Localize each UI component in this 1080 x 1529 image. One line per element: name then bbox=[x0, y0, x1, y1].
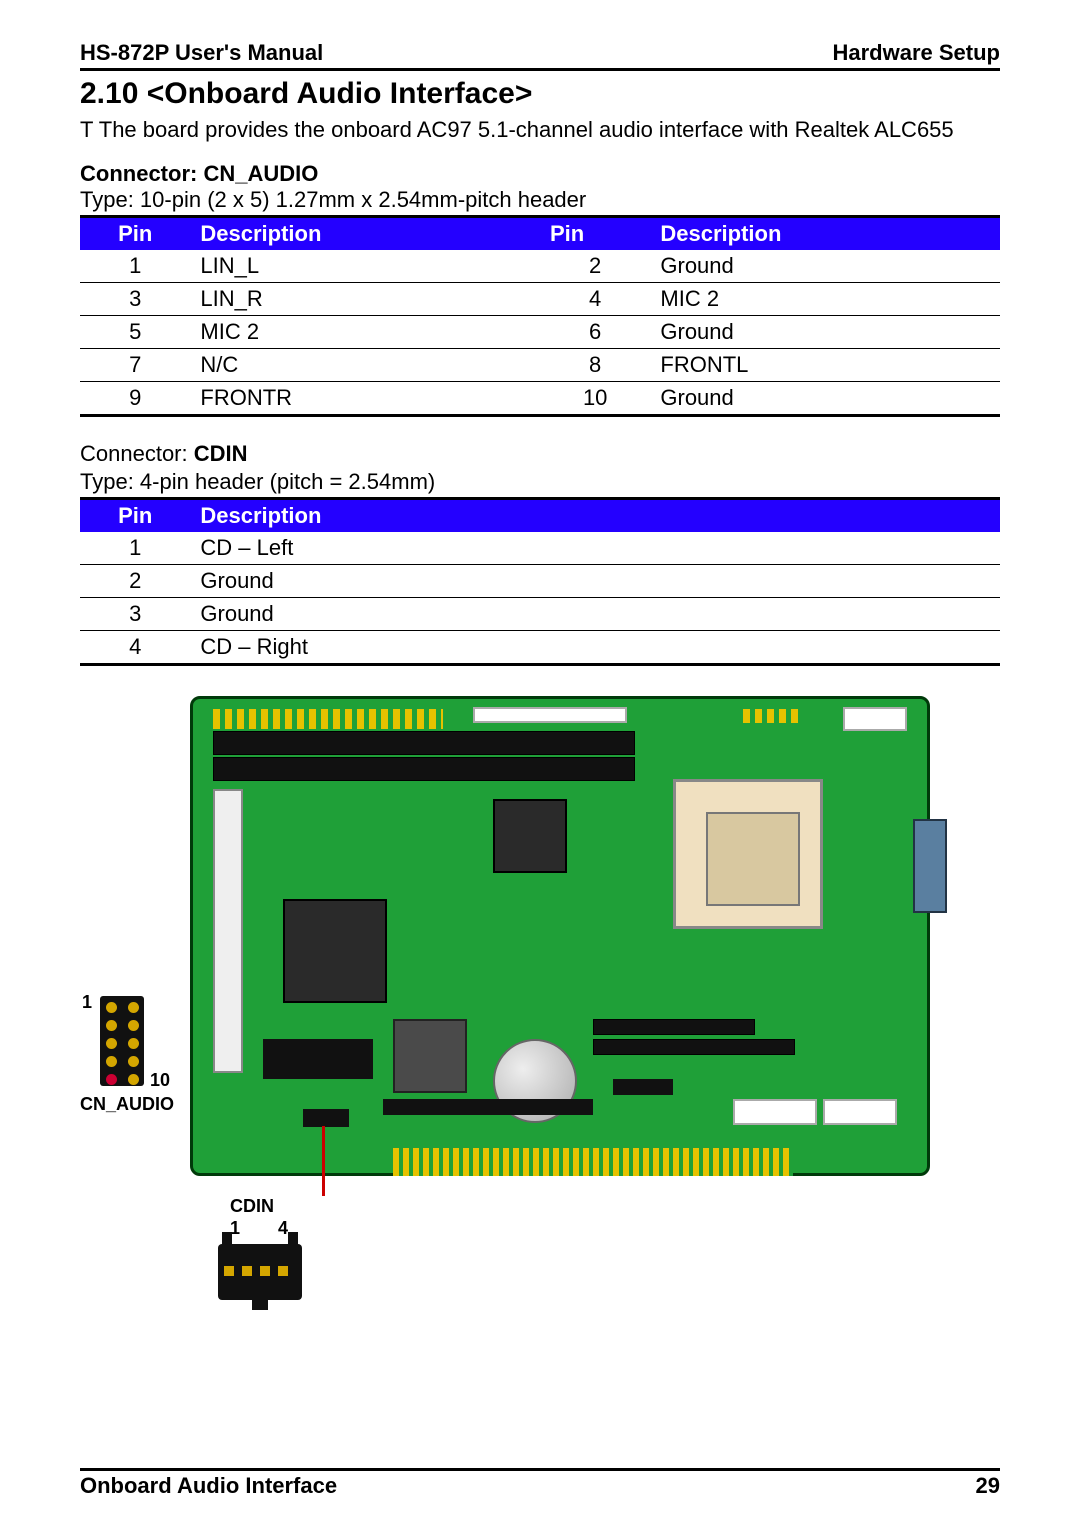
pin10-label: 10 bbox=[150, 1070, 170, 1091]
pcb-board-icon bbox=[190, 696, 930, 1176]
header-right: Hardware Setup bbox=[833, 40, 1001, 66]
cell: Ground bbox=[650, 316, 1000, 349]
vga-port-icon bbox=[913, 819, 947, 913]
cdin-pin4-label: 4 bbox=[278, 1218, 288, 1239]
cell: Ground bbox=[190, 565, 540, 598]
cell: Ground bbox=[650, 250, 1000, 283]
th-pin: Pin bbox=[80, 217, 190, 251]
cell: 9 bbox=[80, 382, 190, 416]
cell: MIC 2 bbox=[190, 316, 540, 349]
cell: CD – Right bbox=[190, 631, 540, 665]
cell: 6 bbox=[540, 316, 650, 349]
cell: 1 bbox=[80, 250, 190, 283]
header-left: HS-872P User's Manual bbox=[80, 40, 323, 66]
cell: FRONTR bbox=[190, 382, 540, 416]
footer-left: Onboard Audio Interface bbox=[80, 1473, 337, 1499]
cell: N/C bbox=[190, 349, 540, 382]
cell: Ground bbox=[190, 598, 540, 631]
th-desc2: Description bbox=[650, 217, 1000, 251]
cell: 2 bbox=[80, 565, 190, 598]
connector2-table: Pin Description 1 CD – Left 2 Ground 3 G… bbox=[80, 497, 1000, 666]
cpu-socket-icon bbox=[673, 779, 823, 929]
cell bbox=[540, 598, 650, 631]
cdin-onboard-icon bbox=[303, 1109, 349, 1127]
table-row: 5 MIC 2 6 Ground bbox=[80, 316, 1000, 349]
section-heading: <Onboard Audio Interface> bbox=[147, 77, 533, 110]
cell: 7 bbox=[80, 349, 190, 382]
cell: 3 bbox=[80, 283, 190, 316]
th-pin: Pin bbox=[80, 499, 190, 533]
connector1-table: Pin Description Pin Description 1 LIN_L … bbox=[80, 215, 1000, 417]
cdin-header-icon bbox=[218, 1244, 302, 1300]
th-desc: Description bbox=[190, 217, 540, 251]
page-header: HS-872P User's Manual Hardware Setup bbox=[80, 40, 1000, 71]
cell: MIC 2 bbox=[650, 283, 1000, 316]
callout-line-icon bbox=[322, 1126, 325, 1196]
connector2-label-bold: CDIN bbox=[194, 441, 248, 466]
page-footer: Onboard Audio Interface 29 bbox=[80, 1468, 1000, 1499]
th-blank2 bbox=[650, 499, 1000, 533]
table-row: 7 N/C 8 FRONTL bbox=[80, 349, 1000, 382]
cell: CD – Left bbox=[190, 532, 540, 565]
connector2-label-prefix: Connector: bbox=[80, 441, 194, 466]
cn-audio-header-icon bbox=[100, 996, 144, 1086]
connector1-type: Type: 10-pin (2 x 5) 1.27mm x 2.54mm-pit… bbox=[80, 187, 1000, 213]
footer-right: 29 bbox=[976, 1473, 1000, 1499]
cell bbox=[650, 598, 1000, 631]
table-row: 4 CD – Right bbox=[80, 631, 1000, 665]
cdin-label: CDIN bbox=[230, 1196, 274, 1217]
cell: 4 bbox=[80, 631, 190, 665]
cell bbox=[650, 532, 1000, 565]
intro-text: T The board provides the onboard AC97 5.… bbox=[80, 117, 1000, 143]
cell: FRONTL bbox=[650, 349, 1000, 382]
board-diagram: 1 10 CN_AUDIO CDIN 1 4 bbox=[100, 696, 960, 1336]
edge-connector-icon bbox=[393, 1148, 793, 1176]
cell: 3 bbox=[80, 598, 190, 631]
cell: 8 bbox=[540, 349, 650, 382]
th-desc: Description bbox=[190, 499, 540, 533]
cell bbox=[540, 631, 650, 665]
cell bbox=[650, 565, 1000, 598]
cell bbox=[650, 631, 1000, 665]
table-row: 1 CD – Left bbox=[80, 532, 1000, 565]
pin1-label: 1 bbox=[82, 992, 92, 1013]
table-row: 3 LIN_R 4 MIC 2 bbox=[80, 283, 1000, 316]
cell: 10 bbox=[540, 382, 650, 416]
cn-audio-label: CN_AUDIO bbox=[80, 1094, 174, 1115]
cell bbox=[540, 532, 650, 565]
cell: 4 bbox=[540, 283, 650, 316]
table-row: 1 LIN_L 2 Ground bbox=[80, 250, 1000, 283]
cell: Ground bbox=[650, 382, 1000, 416]
section-number: 2.10 bbox=[80, 77, 138, 110]
section-title: 2.10 <Onboard Audio Interface> bbox=[80, 77, 1000, 111]
table-row: 9 FRONTR 10 Ground bbox=[80, 382, 1000, 416]
th-pin2: Pin bbox=[540, 217, 650, 251]
connector2-label: Connector: CDIN bbox=[80, 441, 1000, 467]
cell: 1 bbox=[80, 532, 190, 565]
connector1-label: Connector: CN_AUDIO bbox=[80, 161, 1000, 187]
cell: 2 bbox=[540, 250, 650, 283]
cell: LIN_R bbox=[190, 283, 540, 316]
th-blank1 bbox=[540, 499, 650, 533]
cell bbox=[540, 565, 650, 598]
table-row: 2 Ground bbox=[80, 565, 1000, 598]
table-row: 3 Ground bbox=[80, 598, 1000, 631]
cell: LIN_L bbox=[190, 250, 540, 283]
connector2-type: Type: 4-pin header (pitch = 2.54mm) bbox=[80, 469, 1000, 495]
cell: 5 bbox=[80, 316, 190, 349]
